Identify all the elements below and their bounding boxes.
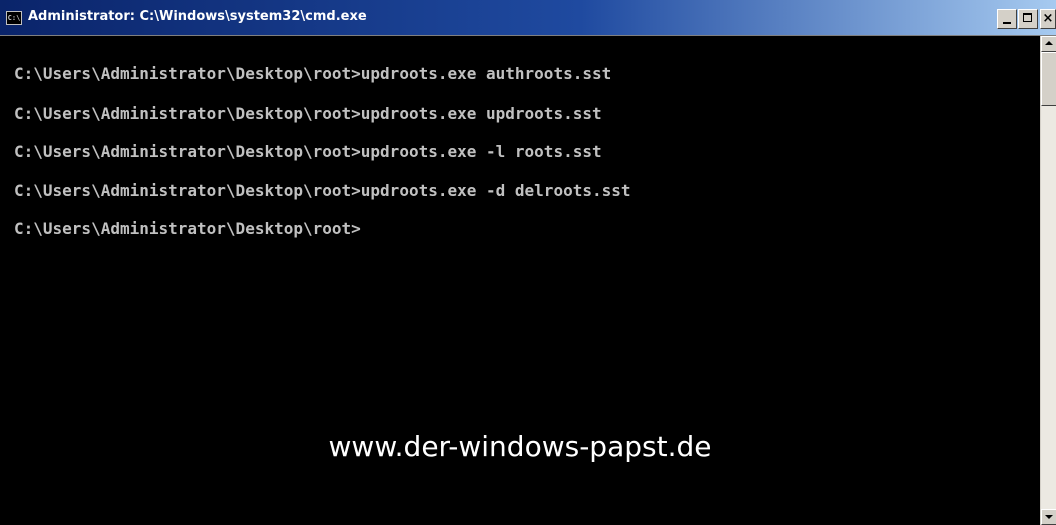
console-line: C:\Users\Administrator\Desktop\root>updr… [14,64,612,83]
scroll-down-button[interactable] [1041,509,1056,525]
scroll-up-button[interactable] [1041,36,1056,52]
minimize-button[interactable] [997,9,1017,29]
title-bar[interactable]: C:\ Administrator: C:\Windows\system32\c… [0,0,1056,36]
window-title: Administrator: C:\Windows\system32\cmd.e… [28,9,367,24]
maximize-button[interactable] [1018,9,1038,29]
scroll-thumb[interactable] [1041,52,1056,106]
cmd-window: C:\ Administrator: C:\Windows\system32\c… [0,0,1056,525]
console-prompt: C:\Users\Administrator\Desktop\root> [14,219,361,238]
console-line: C:\Users\Administrator\Desktop\root>updr… [14,104,602,123]
window-controls: × [996,9,1056,29]
console-line: C:\Users\Administrator\Desktop\root>updr… [14,181,631,200]
close-button[interactable]: × [1040,9,1056,29]
vertical-scrollbar[interactable] [1040,36,1056,525]
console-line: C:\Users\Administrator\Desktop\root>updr… [14,142,602,161]
watermark-text: www.der-windows-papst.de [328,430,712,463]
console-output[interactable]: C:\Users\Administrator\Desktop\root>updr… [0,36,1040,525]
cmd-icon[interactable]: C:\ [6,11,22,25]
